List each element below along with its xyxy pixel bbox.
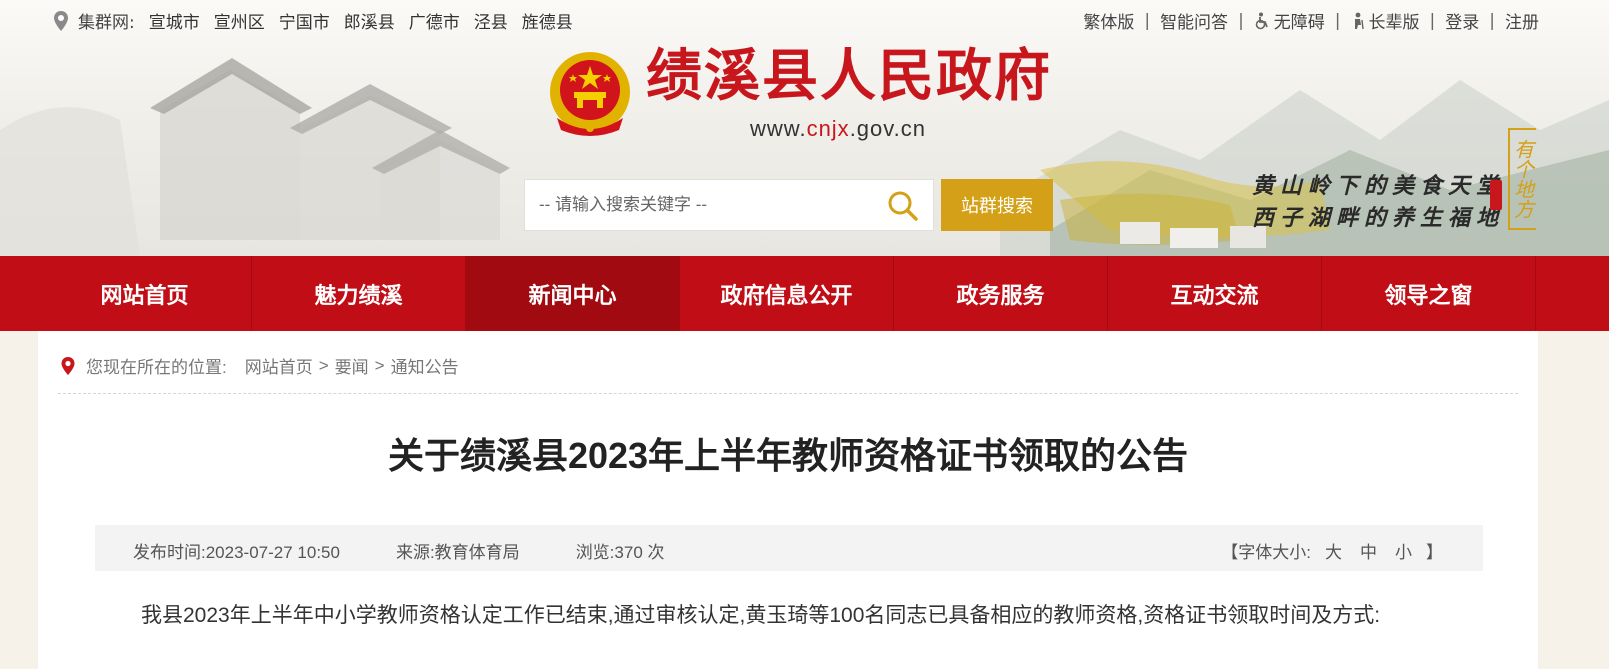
cluster-link-xuancheng[interactable]: 宣城市	[149, 8, 200, 33]
nav-item-news-center[interactable]: 新闻中心	[466, 256, 680, 331]
nav-items: 网站首页 魅力绩溪 新闻中心 政府信息公开 政务服务 互动交流 领导之窗	[38, 256, 1536, 331]
top-utility-bar: 集群网: 宣城市 宣州区 宁国市 郎溪县 广德市 泾县 旌德县 繁体版 | 智能…	[0, 0, 1609, 38]
site-title[interactable]: 绩溪县人民政府	[646, 48, 1052, 104]
divider: |	[1334, 10, 1341, 31]
article-meta-bar: 发布时间:2023-07-27 10:50 来源:教育体育局 浏览:370 次 …	[95, 525, 1483, 571]
cluster-link-xuanzhou[interactable]: 宣州区	[214, 8, 265, 33]
breadcrumb-news[interactable]: 要闻	[335, 353, 369, 378]
location-pin-icon	[54, 10, 68, 31]
article-body-paragraph: 我县2023年上半年中小学教师资格认定工作已结束,通过审核认定,黄玉琦等100名…	[141, 604, 1381, 627]
elder-icon	[1354, 12, 1364, 29]
search-input[interactable]	[539, 180, 869, 230]
cluster-link-jingde[interactable]: 旌德县	[522, 8, 573, 33]
article-source: 来源:教育体育局	[395, 543, 520, 562]
wheelchair-icon	[1255, 12, 1268, 29]
breadcrumb-separator: >	[374, 355, 385, 375]
article-meta: 发布时间:2023-07-27 10:50 来源:教育体育局 浏览:370 次	[133, 538, 665, 563]
view-count: 浏览:370 次	[575, 543, 665, 562]
vertical-tagline: 有个地方	[1508, 128, 1536, 230]
article-container: 您现在所在的位置: 网站首页 > 要闻 > 通知公告 关于绩溪县2023年上半年…	[38, 331, 1538, 669]
divider: |	[1144, 10, 1151, 31]
font-size-medium-button[interactable]: 中	[1356, 538, 1381, 563]
font-size-close-bracket: 】	[1426, 543, 1443, 562]
register-link[interactable]: 注册	[1505, 8, 1539, 33]
divider: |	[1429, 10, 1436, 31]
publish-time: 发布时间:2023-07-27 10:50	[133, 543, 340, 562]
site-header: 集群网: 宣城市 宣州区 宁国市 郎溪县 广德市 泾县 旌德县 繁体版 | 智能…	[0, 0, 1609, 256]
slogan-line-2: 西子湖畔的养生福地	[1252, 205, 1505, 231]
cluster-label: 集群网:	[78, 13, 135, 33]
font-size-small-button[interactable]: 小	[1391, 538, 1416, 563]
divider: |	[1238, 10, 1244, 31]
cluster-link-langxi[interactable]: 郎溪县	[344, 8, 395, 33]
url-highlight: cnjx	[806, 116, 850, 141]
search-box	[524, 179, 934, 231]
nav-item-gov-services[interactable]: 政务服务	[894, 256, 1108, 331]
location-pin-icon	[61, 356, 75, 375]
national-emblem-logo[interactable]	[543, 48, 637, 142]
cluster-link-ningguo[interactable]: 宁国市	[279, 8, 330, 33]
cluster-links: 集群网: 宣城市 宣州区 宁国市 郎溪县 广德市 泾县 旌德县	[52, 8, 573, 33]
article-title: 关于绩溪县2023年上半年教师资格证书领取的公告	[387, 435, 1189, 476]
cluster-link-guangde[interactable]: 广德市	[409, 8, 460, 33]
nav-item-leadership[interactable]: 领导之窗	[1322, 256, 1536, 331]
nav-item-gov-info[interactable]: 政府信息公开	[680, 256, 894, 331]
font-size-large-button[interactable]: 大	[1321, 538, 1346, 563]
nav-item-interaction[interactable]: 互动交流	[1108, 256, 1322, 331]
breadcrumb-label: 您现在所在的位置:	[86, 358, 227, 377]
traditional-chinese-link[interactable]: 繁体版	[1083, 8, 1134, 33]
url-suffix: .gov.cn	[849, 116, 926, 141]
search-icon[interactable]	[887, 190, 919, 222]
slogan: 黄山岭下的美食天堂 西子湖畔的养生福地	[1252, 170, 1504, 234]
nav-item-charm-jixi[interactable]: 魅力绩溪	[252, 256, 466, 331]
accessibility-link[interactable]: 无障碍	[1254, 8, 1325, 33]
elder-mode-label: 长辈版	[1368, 13, 1420, 33]
divider	[58, 393, 1518, 394]
slogan-line-1: 黄山岭下的美食天堂	[1252, 173, 1505, 199]
red-seal-stamp	[1490, 180, 1502, 210]
site-search-button[interactable]: 站群搜索	[941, 179, 1053, 231]
font-size-control: 【字体大小: 大 中 小 】	[1221, 538, 1443, 563]
accessibility-label: 无障碍	[1273, 13, 1325, 33]
site-url: www.cnjx.gov.cn	[750, 116, 926, 142]
url-prefix: www.	[750, 116, 807, 141]
breadcrumb-notices[interactable]: 通知公告	[391, 353, 459, 378]
divider: |	[1489, 10, 1495, 31]
nav-item-home[interactable]: 网站首页	[38, 256, 252, 331]
smart-qa-link[interactable]: 智能问答	[1160, 8, 1228, 33]
cluster-link-jingxian[interactable]: 泾县	[474, 8, 508, 33]
breadcrumb-home[interactable]: 网站首页	[245, 353, 313, 378]
breadcrumb-separator: >	[318, 355, 329, 375]
elder-mode-link[interactable]: 长辈版	[1351, 8, 1420, 33]
font-size-label: 【字体大小:	[1221, 543, 1311, 562]
breadcrumb: 您现在所在的位置: 网站首页 > 要闻 > 通知公告	[60, 353, 459, 378]
main-navigation: 网站首页 魅力绩溪 新闻中心 政府信息公开 政务服务 互动交流 领导之窗	[0, 256, 1609, 331]
utility-links: 繁体版 | 智能问答 | 无障碍 | 长辈版 | 登录 | 注册	[1083, 8, 1539, 34]
login-link[interactable]: 登录	[1445, 8, 1479, 33]
